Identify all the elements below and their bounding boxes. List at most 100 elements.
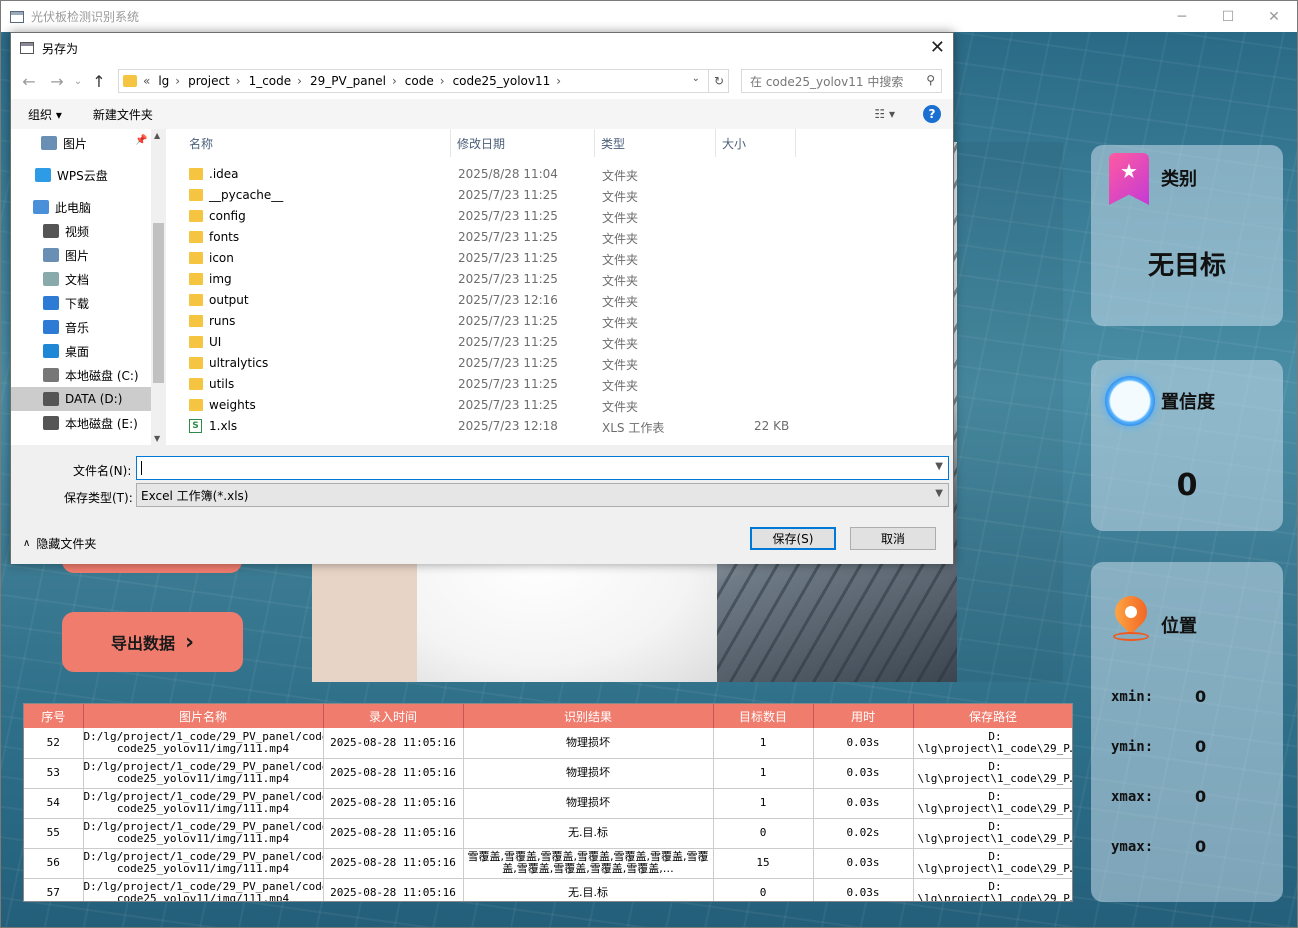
export-data-button[interactable]: 导出数据 › <box>62 612 243 672</box>
cell-result: 无.目.标 <box>463 878 714 901</box>
organize-menu[interactable]: 组织 ▾ <box>28 106 62 123</box>
breadcrumb-item[interactable]: 1_code <box>249 74 292 88</box>
file-row[interactable]: utils 2025/7/23 11:25 文件夹 <box>166 374 953 395</box>
file-row[interactable]: output 2025/7/23 12:16 文件夹 <box>166 290 953 311</box>
navigation-scrollbar[interactable]: ▲ ▼ <box>151 129 166 445</box>
file-row[interactable]: img 2025/7/23 11:25 文件夹 <box>166 269 953 290</box>
nav-item-icon <box>43 320 59 334</box>
breadcrumb-item[interactable]: 29_PV_panel <box>310 74 386 88</box>
up-arrow-icon[interactable]: ↑ <box>85 72 113 91</box>
file-row[interactable]: UI 2025/7/23 11:25 文件夹 <box>166 332 953 353</box>
nav-item[interactable]: 下载 <box>11 291 151 315</box>
nav-item[interactable]: 音乐 <box>11 315 151 339</box>
nav-item[interactable]: 图片 <box>11 243 151 267</box>
dialog-navbar: ← → ⌄ ↑ « lg › project › 1_code › 29_PV_pan… <box>11 63 953 99</box>
nav-item[interactable]: 本地磁盘 (C:) <box>11 363 151 387</box>
table-row[interactable]: 52 D:/lg/project/1_code/29_PV_panel/code/… <box>24 728 1072 759</box>
table-row[interactable]: 56 D:/lg/project/1_code/29_PV_panel/code/… <box>24 848 1072 879</box>
filetype-select[interactable]: Excel 工作簿(*.xls) ▼ <box>136 483 949 507</box>
file-row[interactable]: S 1.xls 2025/7/23 12:18 XLS 工作表 22 KB <box>166 416 953 437</box>
breadcrumb-item[interactable]: project <box>188 74 230 88</box>
col-header-time[interactable]: 录入时间 <box>323 704 464 728</box>
search-input[interactable]: 在 code25_yolov11 中搜索 ⚲ <box>741 69 942 93</box>
file-list[interactable]: 名称 修改日期 类型 大小 .idea 2025/8/28 11:04 文件夹 __p… <box>166 129 953 445</box>
col-size[interactable]: 大小 <box>716 129 796 157</box>
file-row[interactable]: .idea 2025/8/28 11:04 文件夹 <box>166 164 953 185</box>
cell-name: D:/lg/project/1_code/29_PV_panel/code/co… <box>83 878 324 901</box>
col-name[interactable]: 名称 <box>183 129 451 157</box>
file-name: config <box>209 209 246 223</box>
col-header-id[interactable]: 序号 <box>24 704 84 728</box>
folder-icon <box>189 399 203 411</box>
dialog-icon <box>20 42 34 54</box>
file-row[interactable]: weights 2025/7/23 11:25 文件夹 <box>166 395 953 416</box>
file-type: 文件夹 <box>602 295 639 309</box>
new-folder-button[interactable]: 新建文件夹 <box>93 106 153 123</box>
file-row[interactable]: icon 2025/7/23 11:25 文件夹 <box>166 248 953 269</box>
refresh-icon[interactable]: ↻ <box>708 69 729 93</box>
minimize-button[interactable]: ─ <box>1159 1 1205 32</box>
confidence-circle-icon <box>1105 376 1155 426</box>
breadcrumb-item[interactable]: lg <box>158 74 169 88</box>
hide-folders-toggle[interactable]: ∧ 隐藏文件夹 <box>23 535 96 552</box>
filename-dropdown-icon[interactable]: ▼ <box>935 461 943 472</box>
breadcrumb-item[interactable]: code25_yolov11 <box>453 74 551 88</box>
view-options-icon[interactable]: ☷ ▾ <box>874 107 895 121</box>
close-button[interactable]: ✕ <box>1251 1 1297 32</box>
nav-item-label: 本地磁盘 (C:) <box>65 368 139 383</box>
filename-input[interactable]: ▼ <box>136 456 949 480</box>
table-row[interactable]: 53 D:/lg/project/1_code/29_PV_panel/code/… <box>24 758 1072 789</box>
col-header-result[interactable]: 识别结果 <box>463 704 714 728</box>
breadcrumb-item[interactable]: code <box>405 74 434 88</box>
table-row[interactable]: 54 D:/lg/project/1_code/29_PV_panel/code/… <box>24 788 1072 819</box>
help-icon[interactable]: ? <box>923 105 941 123</box>
back-arrow-icon[interactable]: ← <box>15 72 43 91</box>
nav-item[interactable]: 本地磁盘 (E:) <box>11 411 151 435</box>
breadcrumb-overflow[interactable]: « <box>143 74 150 88</box>
filetype-dropdown-icon[interactable]: ▼ <box>935 488 943 499</box>
nav-item[interactable]: 图片 <box>11 131 151 155</box>
file-type: 文件夹 <box>602 232 639 246</box>
address-bar[interactable]: « lg › project › 1_code › 29_PV_panel › code… <box>118 69 729 93</box>
cell-count: 1 <box>713 788 814 819</box>
col-header-path[interactable]: 保存路径 <box>913 704 1072 728</box>
nav-item[interactable]: 桌面 <box>11 339 151 363</box>
col-header-name[interactable]: 图片名称 <box>83 704 324 728</box>
file-row[interactable]: fonts 2025/7/23 11:25 文件夹 <box>166 227 953 248</box>
cell-id: 56 <box>24 848 84 879</box>
bookmark-star-icon: ★ <box>1109 153 1149 205</box>
recent-chevron-icon[interactable]: ⌄ <box>71 76 85 87</box>
file-row[interactable]: __pycache__ 2025/7/23 11:25 文件夹 <box>166 185 953 206</box>
file-name: img <box>209 272 232 286</box>
nav-item-label: WPS云盘 <box>57 168 108 183</box>
file-row[interactable]: ultralytics 2025/7/23 11:25 文件夹 <box>166 353 953 374</box>
col-modified[interactable]: 修改日期 <box>451 129 595 157</box>
nav-item[interactable]: DATA (D:) <box>11 387 151 411</box>
results-table[interactable]: 序号 图片名称 录入时间 识别结果 目标数目 用时 保存路径 52 D:/lg/p… <box>23 703 1073 902</box>
address-dropdown-icon[interactable]: ⌄ <box>692 73 700 84</box>
file-row[interactable]: runs 2025/7/23 11:25 文件夹 <box>166 311 953 332</box>
col-type[interactable]: 类型 <box>595 129 716 157</box>
category-card: ★ 类别 无目标 <box>1091 145 1283 326</box>
dialog-close-button[interactable]: ✕ <box>930 37 945 58</box>
file-name: utils <box>209 377 235 391</box>
cancel-button[interactable]: 取消 <box>850 527 936 550</box>
table-row[interactable]: 57 D:/lg/project/1_code/29_PV_panel/code/… <box>24 878 1072 901</box>
file-name: weights <box>209 398 256 412</box>
nav-item[interactable]: 文档 <box>11 267 151 291</box>
nav-item[interactable]: 此电脑 <box>11 195 151 219</box>
nav-item[interactable]: 视频 <box>11 219 151 243</box>
pin-icon[interactable]: 📌 <box>135 135 147 146</box>
col-header-used[interactable]: 用时 <box>813 704 914 728</box>
cell-used: 0.03s <box>813 878 914 901</box>
chevron-up-icon: ∧ <box>23 538 31 549</box>
forward-arrow-icon[interactable]: → <box>43 72 71 91</box>
col-header-count[interactable]: 目标数目 <box>713 704 814 728</box>
nav-item-label: 桌面 <box>65 344 90 359</box>
table-row[interactable]: 55 D:/lg/project/1_code/29_PV_panel/code/… <box>24 818 1072 849</box>
nav-item[interactable]: WPS云盘 <box>11 163 151 187</box>
file-row[interactable]: config 2025/7/23 11:25 文件夹 <box>166 206 953 227</box>
maximize-button[interactable]: ☐ <box>1205 1 1251 32</box>
save-button[interactable]: 保存(S) <box>750 527 836 550</box>
navigation-pane[interactable]: 图片 WPS云盘 此电脑 视频 图片 文档 下载 音乐 桌面 本地磁盘 (C:) DATA (D:)… <box>11 129 166 445</box>
